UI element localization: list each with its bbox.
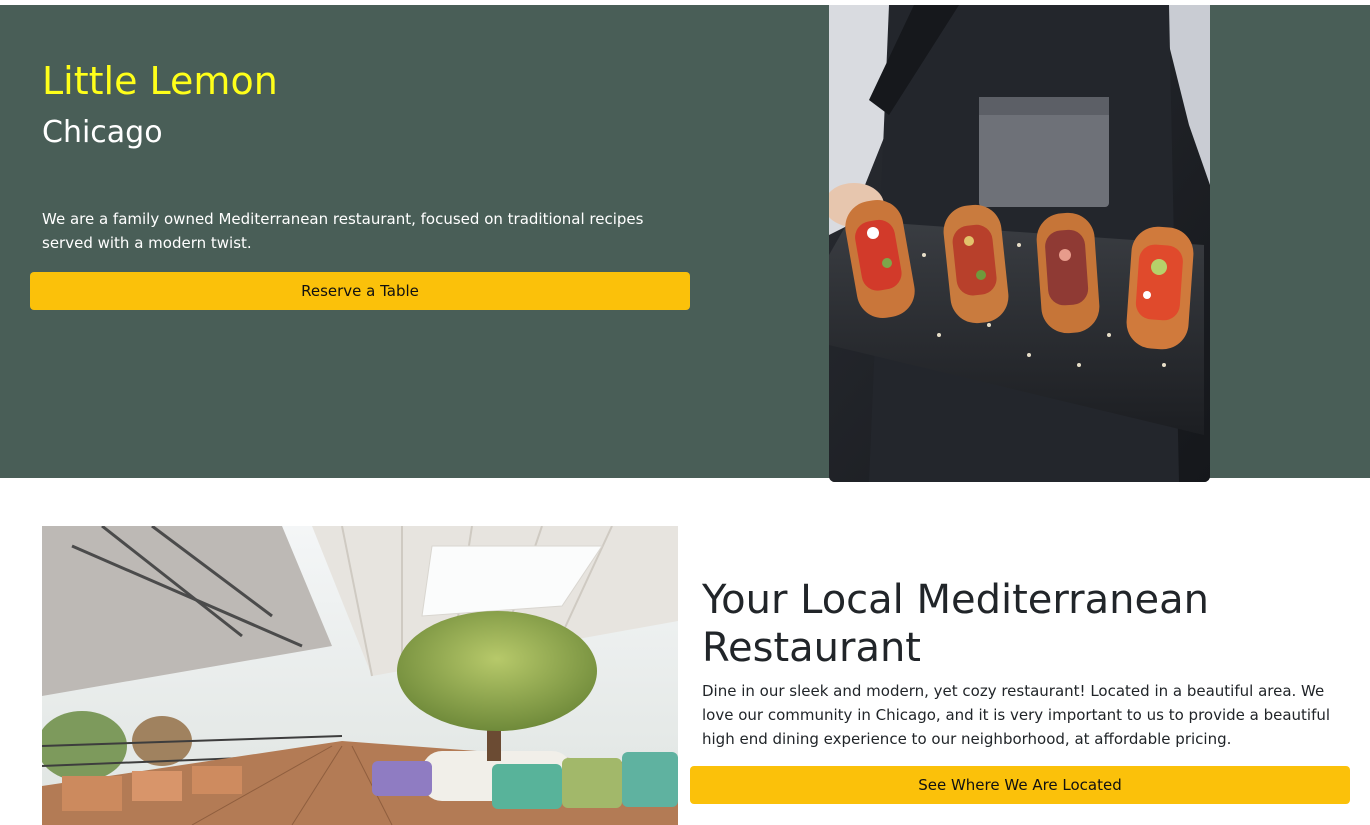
about-description: Dine in our sleek and modern, yet cozy r… xyxy=(702,682,1331,748)
about-heading: Your Local Mediterranean Restaurant xyxy=(702,577,1209,671)
hero-food-image xyxy=(829,5,1210,482)
page: Little Lemon Chicago We are a family own… xyxy=(0,0,1370,825)
restaurant-interior-image xyxy=(42,526,678,825)
restaurant-name: Little Lemon xyxy=(42,59,278,103)
hero-description: We are a family owned Mediterranean rest… xyxy=(42,210,644,252)
see-location-button[interactable]: See Where We Are Located xyxy=(690,766,1350,804)
reserve-table-button[interactable]: Reserve a Table xyxy=(30,272,690,310)
restaurant-city: Chicago xyxy=(42,115,163,150)
